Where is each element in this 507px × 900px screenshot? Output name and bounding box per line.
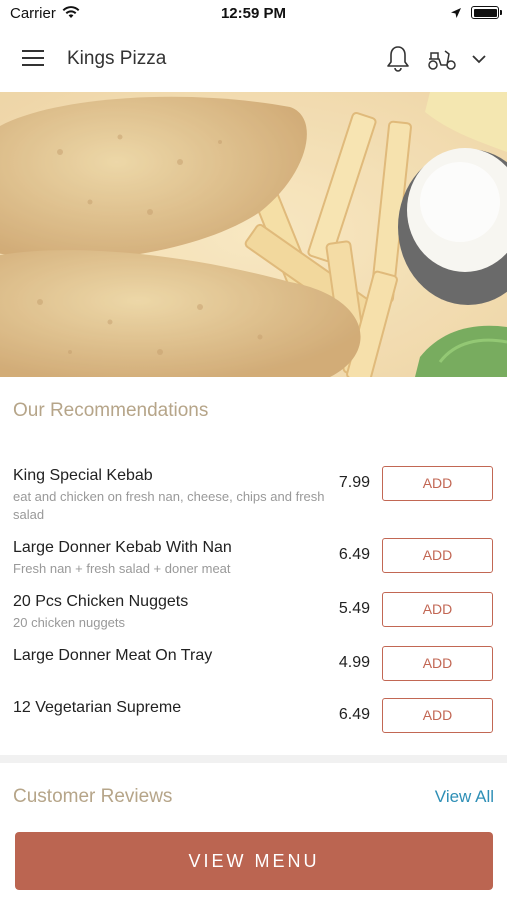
bell-icon[interactable] [386,45,410,78]
scooter-icon[interactable] [427,47,457,76]
item-price: 7.99 [338,474,370,491]
item-name: Large Donner Kebab With Nan [13,539,232,556]
status-bar: Carrier 12:59 PM [0,0,507,28]
item-description: Fresh nan + fresh salad + doner meat [13,561,231,576]
add-button[interactable]: ADD [382,646,493,681]
section-divider [0,755,507,763]
item-name: Large Donner Meat On Tray [13,647,213,664]
hero-food-image [0,92,507,377]
view-menu-button[interactable]: VIEW MENU [15,832,493,890]
item-price: 4.99 [338,654,370,671]
item-price: 6.49 [338,706,370,723]
item-description: eat and chicken on fresh nan, cheese, ch… [13,489,325,522]
recommendations-title: Our Recommendations [13,400,209,421]
chevron-down-icon[interactable] [472,51,486,69]
add-button[interactable]: ADD [382,466,493,501]
status-time: 12:59 PM [220,5,287,22]
add-button[interactable]: ADD [382,592,493,627]
item-price: 6.49 [338,546,370,563]
location-arrow-icon [450,6,462,24]
battery-icon [471,6,502,19]
item-description: 20 chicken nuggets [13,615,126,630]
item-name: 12 Vegetarian Supreme [13,699,182,716]
add-button[interactable]: ADD [382,698,493,733]
hamburger-menu-icon[interactable] [22,50,46,68]
item-name: 20 Pcs Chicken Nuggets [13,593,189,610]
item-name: King Special Kebab [13,467,153,484]
reviews-title: Customer Reviews [13,786,173,807]
view-all-reviews-link[interactable]: View All [435,787,494,807]
restaurant-title: Kings Pizza [67,48,167,69]
item-price: 5.49 [338,600,370,617]
add-button[interactable]: ADD [382,538,493,573]
app-header: Kings Pizza [0,28,507,92]
